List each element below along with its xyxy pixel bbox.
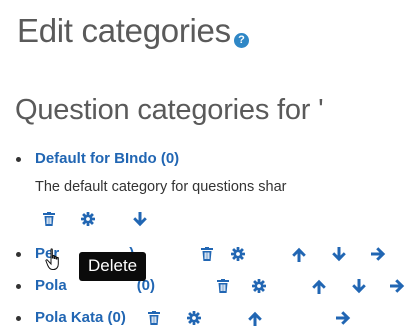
arrow-right-icon[interactable] (371, 247, 386, 261)
gear-icon[interactable] (231, 247, 245, 261)
trash-icon[interactable] (43, 212, 55, 226)
category-item-default: Default for BIndo (0) (0, 148, 413, 172)
help-icon[interactable]: ? (233, 33, 249, 48)
arrow-down-icon[interactable] (133, 212, 147, 227)
arrow-up-icon[interactable] (312, 279, 326, 294)
arrow-right-icon[interactable] (336, 311, 351, 325)
category-link-pola-kata[interactable]: Pola Kata (0) (35, 307, 126, 329)
hand-cursor-icon (45, 248, 65, 277)
arrow-up-icon[interactable] (292, 247, 306, 262)
arrow-down-icon[interactable] (332, 247, 346, 262)
section-title: Question categories for ' (15, 94, 324, 126)
trash-icon[interactable] (217, 279, 229, 293)
category-link-pola-kalimat-text: Pola (35, 277, 67, 294)
trash-icon[interactable] (148, 311, 160, 325)
bullet (16, 157, 21, 162)
arrow-down-icon[interactable] (352, 279, 366, 294)
gear-icon[interactable] (252, 279, 266, 293)
arrow-up-icon[interactable] (248, 311, 262, 326)
trash-icon[interactable] (201, 247, 213, 261)
page-title: Edit categories? (17, 12, 249, 50)
delete-tooltip: Delete (79, 252, 147, 281)
gear-icon[interactable] (81, 212, 95, 226)
gear-icon[interactable] (187, 311, 201, 325)
bullet (16, 252, 21, 257)
bullet (16, 316, 21, 321)
category-link-default[interactable]: Default for BIndo (0) (35, 148, 179, 170)
category-item-pola-kata: Pola Kata (0) (0, 307, 413, 331)
arrow-right-icon[interactable] (390, 279, 405, 293)
category-description: The default category for questions shar (35, 179, 287, 195)
page-title-text: Edit categories (17, 12, 231, 49)
bullet (16, 284, 21, 289)
